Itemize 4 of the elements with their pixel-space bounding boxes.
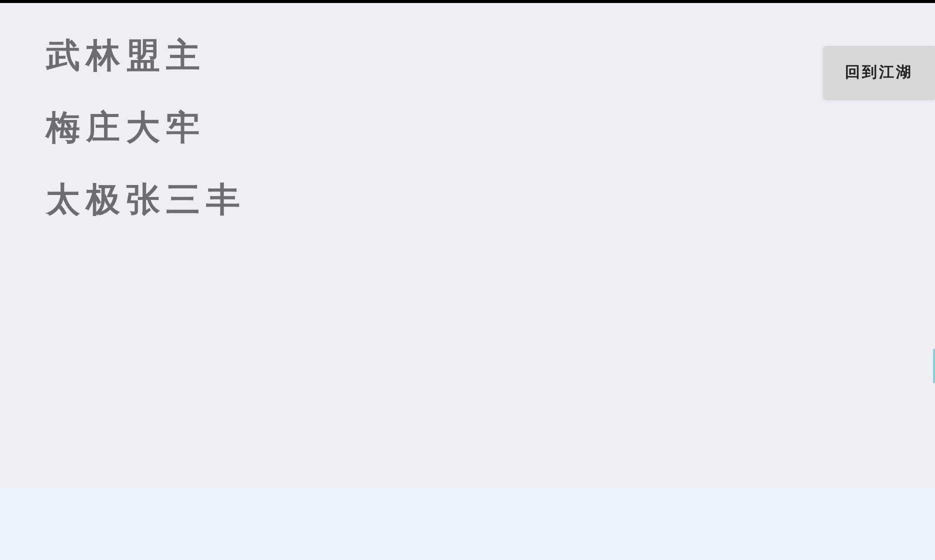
menu-item[interactable]: 太极张三丰: [46, 177, 246, 223]
menu-item[interactable]: 梅庄大牢: [46, 105, 206, 151]
menu-item[interactable]: 武林盟主: [46, 33, 206, 79]
back-button[interactable]: 回到江湖: [823, 46, 935, 99]
